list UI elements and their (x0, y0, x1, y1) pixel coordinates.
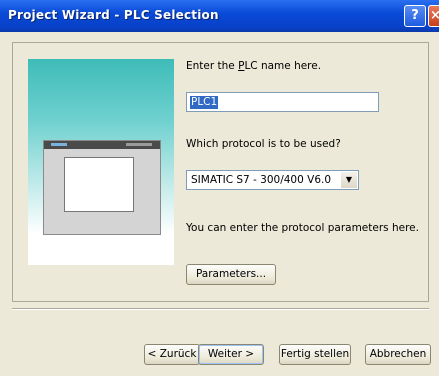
params-hint: You can enter the protocol parameters he… (186, 222, 419, 234)
next-button[interactable]: Weiter > (198, 344, 264, 365)
cancel-button[interactable]: Abbrechen (365, 344, 431, 365)
operator-panel-image (43, 140, 161, 235)
parameters-button[interactable]: Parameters... (186, 264, 276, 285)
window-title: Project Wizard - PLC Selection (8, 8, 219, 22)
device-brand (126, 143, 152, 146)
protocol-value: SIMATIC S7 - 300/400 V6.0 (191, 174, 332, 186)
plc-name-input[interactable]: PLC1 (186, 92, 379, 112)
title-bar[interactable]: Project Wizard - PLC Selection ? × (0, 0, 439, 32)
finish-button[interactable]: Fertig stellen (279, 344, 351, 365)
device-header (44, 141, 160, 149)
plc-name-label: Enter the PLC name here. (186, 60, 322, 72)
close-icon[interactable]: × (428, 5, 439, 27)
dropdown-arrow-icon[interactable]: ▼ (341, 172, 357, 188)
footer-separator (12, 308, 429, 310)
protocol-label: Which protocol is to be used? (186, 138, 341, 150)
wizard-window: Project Wizard - PLC Selection ? × Enter… (0, 0, 439, 376)
help-icon[interactable]: ? (404, 5, 426, 27)
plc-name-value: PLC1 (190, 96, 219, 109)
protocol-select[interactable]: SIMATIC S7 - 300/400 V6.0 ▼ (186, 170, 359, 190)
back-button[interactable]: < Zurück (144, 344, 200, 365)
device-screen (64, 157, 134, 212)
device-logo (51, 143, 67, 146)
